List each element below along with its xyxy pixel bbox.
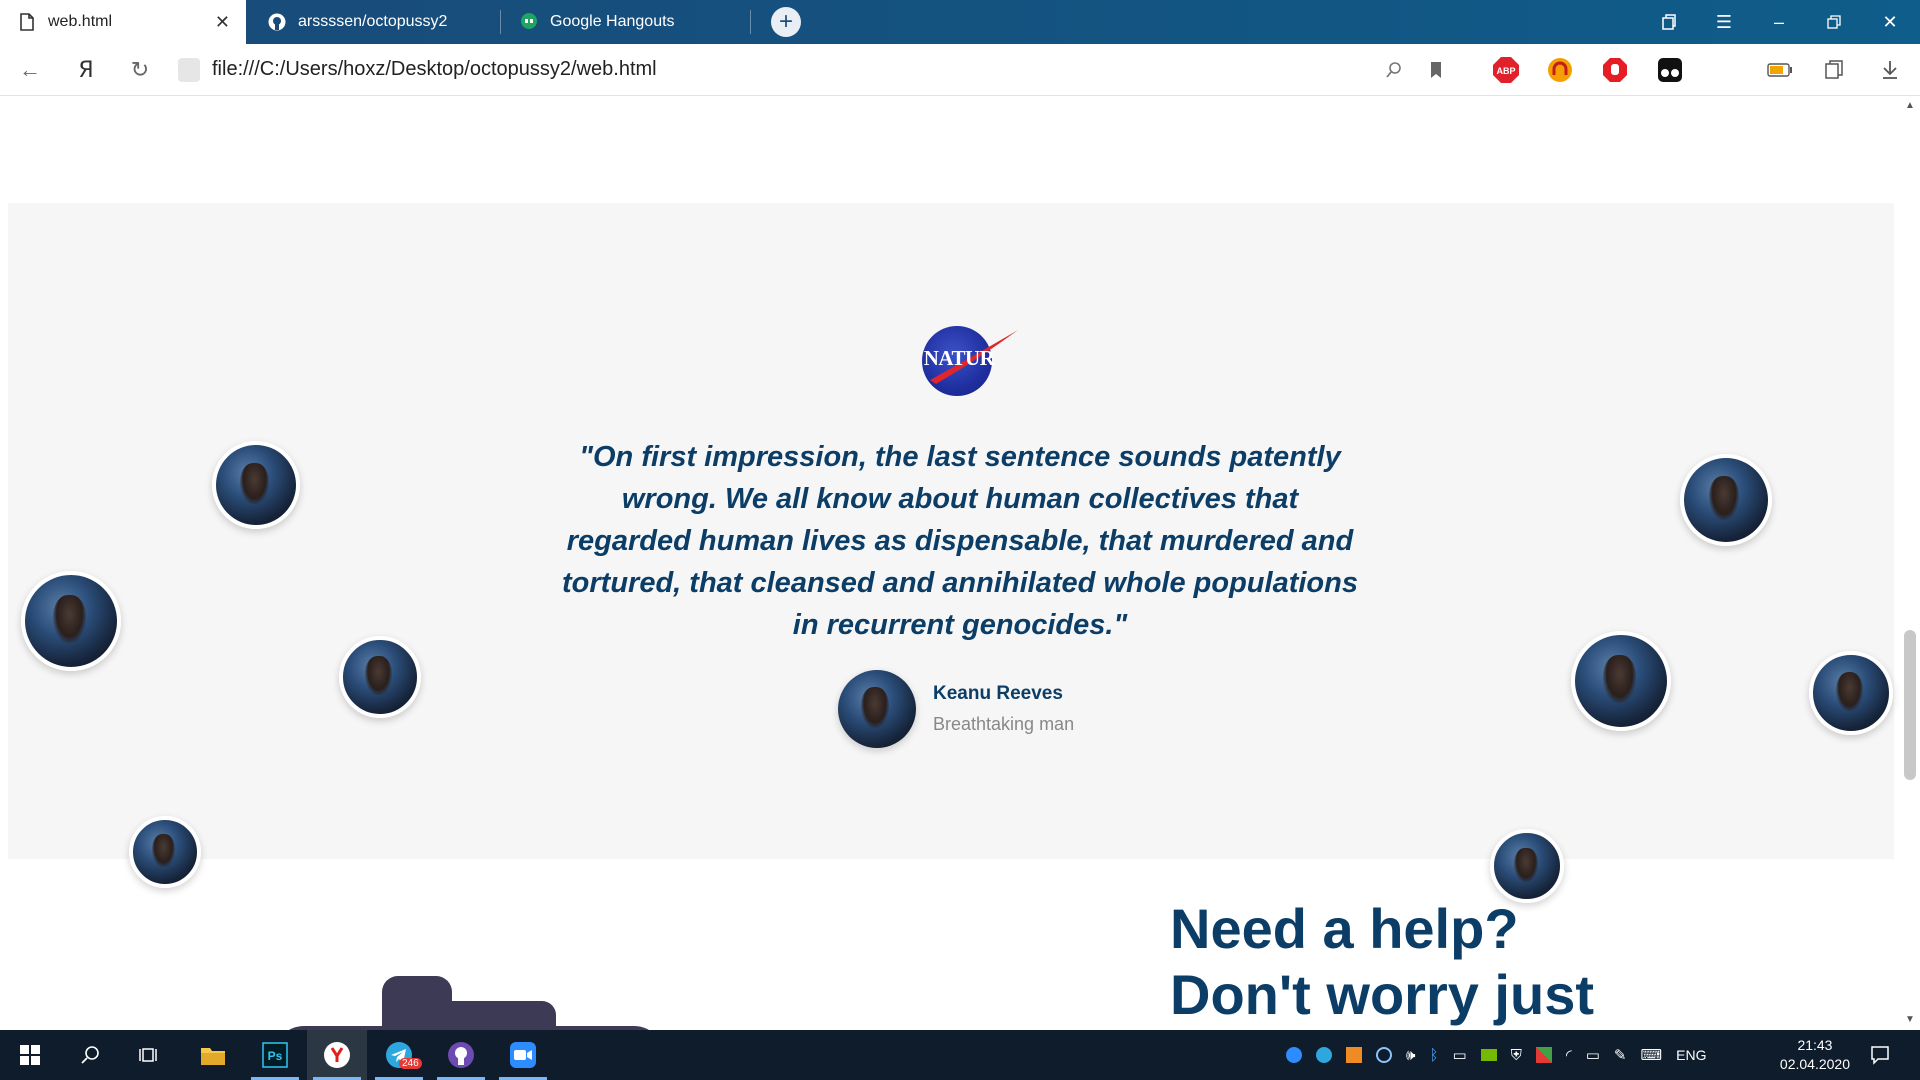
- bluetooth-icon[interactable]: ᛒ: [1429, 1047, 1438, 1064]
- tab-label: web.html: [48, 13, 113, 30]
- photoshop-icon[interactable]: Ps: [245, 1030, 305, 1080]
- close-tab-icon[interactable]: ✕: [215, 12, 230, 33]
- keyboard-icon[interactable]: ⌨: [1641, 1046, 1663, 1064]
- hand-stop-icon[interactable]: [1601, 56, 1629, 84]
- telegram-badge: 246: [399, 1058, 422, 1069]
- close-window-icon[interactable]: ✕: [1876, 8, 1904, 36]
- help-heading-line2: Don't worry just: [1170, 963, 1594, 1026]
- testimonial-quote: "On first impression, the last sentence …: [562, 441, 1358, 641]
- zoom-icon[interactable]: [493, 1030, 553, 1080]
- yandex-browser-icon[interactable]: [307, 1030, 367, 1080]
- tab-label: arssssen/octopussy2: [298, 13, 448, 30]
- author-name: Keanu Reeves: [933, 683, 1063, 704]
- network-app-tray-icon[interactable]: [1376, 1047, 1392, 1063]
- tab-label: Google Hangouts: [550, 13, 675, 30]
- system-tray: 🕪 ᛒ ▭ ⛨ ◜ ▭ ✎ ⌨ ENG: [1286, 1030, 1707, 1080]
- bookmark-icon[interactable]: [1422, 56, 1450, 84]
- clock[interactable]: 21:43 02.04.2020: [1780, 1036, 1850, 1074]
- projector-icon[interactable]: ▭: [1452, 1046, 1466, 1064]
- telegram-icon[interactable]: 246: [369, 1030, 429, 1080]
- file-explorer-icon[interactable]: [183, 1030, 243, 1080]
- avatar: [1490, 829, 1564, 903]
- battery-tray-icon[interactable]: ▭: [1586, 1046, 1600, 1064]
- logo-text: NATUR: [923, 346, 995, 370]
- pen-icon[interactable]: ✎: [1614, 1046, 1627, 1064]
- help-heading-line1: Need a help?: [1170, 897, 1519, 960]
- nvidia-icon[interactable]: [1480, 1049, 1497, 1061]
- avatar: [1680, 454, 1772, 546]
- restore-icon[interactable]: [1820, 8, 1848, 36]
- zoom-tray-icon[interactable]: [1286, 1047, 1302, 1063]
- file-icon: [178, 58, 200, 82]
- scroll-down-icon[interactable]: ▼: [1904, 1014, 1916, 1026]
- tab-separator: [750, 10, 751, 34]
- new-tab-button[interactable]: +: [771, 7, 801, 37]
- url-field[interactable]: file:///C:/Users/hoxz/Desktop/octopussy2…: [212, 58, 657, 81]
- search-page-icon[interactable]: [1380, 56, 1408, 84]
- task-view-icon[interactable]: [120, 1030, 180, 1080]
- scroll-thumb[interactable]: [1904, 630, 1916, 780]
- back-arrow-icon[interactable]: ←: [16, 56, 44, 84]
- tab-web-html[interactable]: web.html ✕: [0, 0, 246, 44]
- notes-icon[interactable]: [1820, 56, 1848, 84]
- scrollbar[interactable]: ▲ ▼: [1900, 96, 1920, 1030]
- tab-github-repo[interactable]: arssssen/octopussy2: [250, 0, 500, 44]
- scroll-up-icon[interactable]: ▲: [1904, 100, 1916, 112]
- avatar: [1571, 631, 1671, 731]
- avatar: [1809, 651, 1893, 735]
- adblock-icon[interactable]: ABP: [1492, 56, 1520, 84]
- language-indicator[interactable]: ENG: [1676, 1047, 1706, 1063]
- wifi-icon[interactable]: ◜: [1566, 1046, 1572, 1064]
- page-viewport: NATUR "On first impression, the last sen…: [0, 96, 1920, 1030]
- clock-time: 21:43: [1797, 1037, 1833, 1053]
- taskbar: Ps 246 🕪 ᛒ ▭ ⛨ ◜ ▭ ✎ ⌨ ENG 21:43 02.04.2…: [0, 1030, 1920, 1080]
- reload-icon[interactable]: ↻: [126, 56, 154, 84]
- tab-separator: [500, 10, 501, 34]
- svg-text:Ps: Ps: [268, 1049, 283, 1063]
- browser-tab-bar: web.html ✕ arssssen/octopussy2 Google Ha…: [0, 0, 1920, 44]
- illustration: [382, 976, 452, 1016]
- hangouts-icon: [520, 13, 538, 31]
- minimize-icon[interactable]: –: [1765, 8, 1793, 36]
- avatar: [129, 816, 201, 888]
- app-tray-icon[interactable]: [1346, 1047, 1362, 1063]
- telegram-tray-icon[interactable]: [1316, 1047, 1332, 1063]
- author-avatar: [838, 670, 916, 748]
- address-bar: ← Я ↻ file:///C:/Users/hoxz/Desktop/octo…: [0, 44, 1920, 96]
- colorful-app-icon[interactable]: [1535, 1047, 1552, 1063]
- menu-icon[interactable]: ☰: [1710, 8, 1738, 36]
- shield-icon[interactable]: ⛨: [1511, 1047, 1522, 1064]
- yandex-icon[interactable]: Я: [72, 56, 100, 84]
- avatar: [339, 636, 421, 718]
- document-icon: [18, 13, 36, 31]
- avatar: [212, 441, 300, 529]
- download-icon[interactable]: [1876, 56, 1904, 84]
- battery-icon[interactable]: [1766, 56, 1794, 84]
- extension-orange-icon[interactable]: [1546, 56, 1574, 84]
- start-icon[interactable]: [0, 1030, 60, 1080]
- github-icon: [268, 13, 286, 31]
- author-role: Breathtaking man: [933, 714, 1075, 734]
- tabs-overview-icon[interactable]: [1655, 8, 1683, 36]
- notifications-icon[interactable]: [1850, 1030, 1910, 1080]
- clock-date: 02.04.2020: [1779, 1056, 1850, 1072]
- volume-icon[interactable]: 🕪: [1406, 1047, 1415, 1064]
- help-heading: Need a help? Don't worry just: [1170, 896, 1594, 1028]
- search-icon[interactable]: [60, 1030, 120, 1080]
- tampermonkey-icon[interactable]: [1656, 56, 1684, 84]
- github-desktop-icon[interactable]: [431, 1030, 491, 1080]
- tab-google-hangouts[interactable]: Google Hangouts: [502, 0, 750, 44]
- svg-text:ABP: ABP: [1496, 66, 1515, 76]
- avatar: [21, 571, 121, 671]
